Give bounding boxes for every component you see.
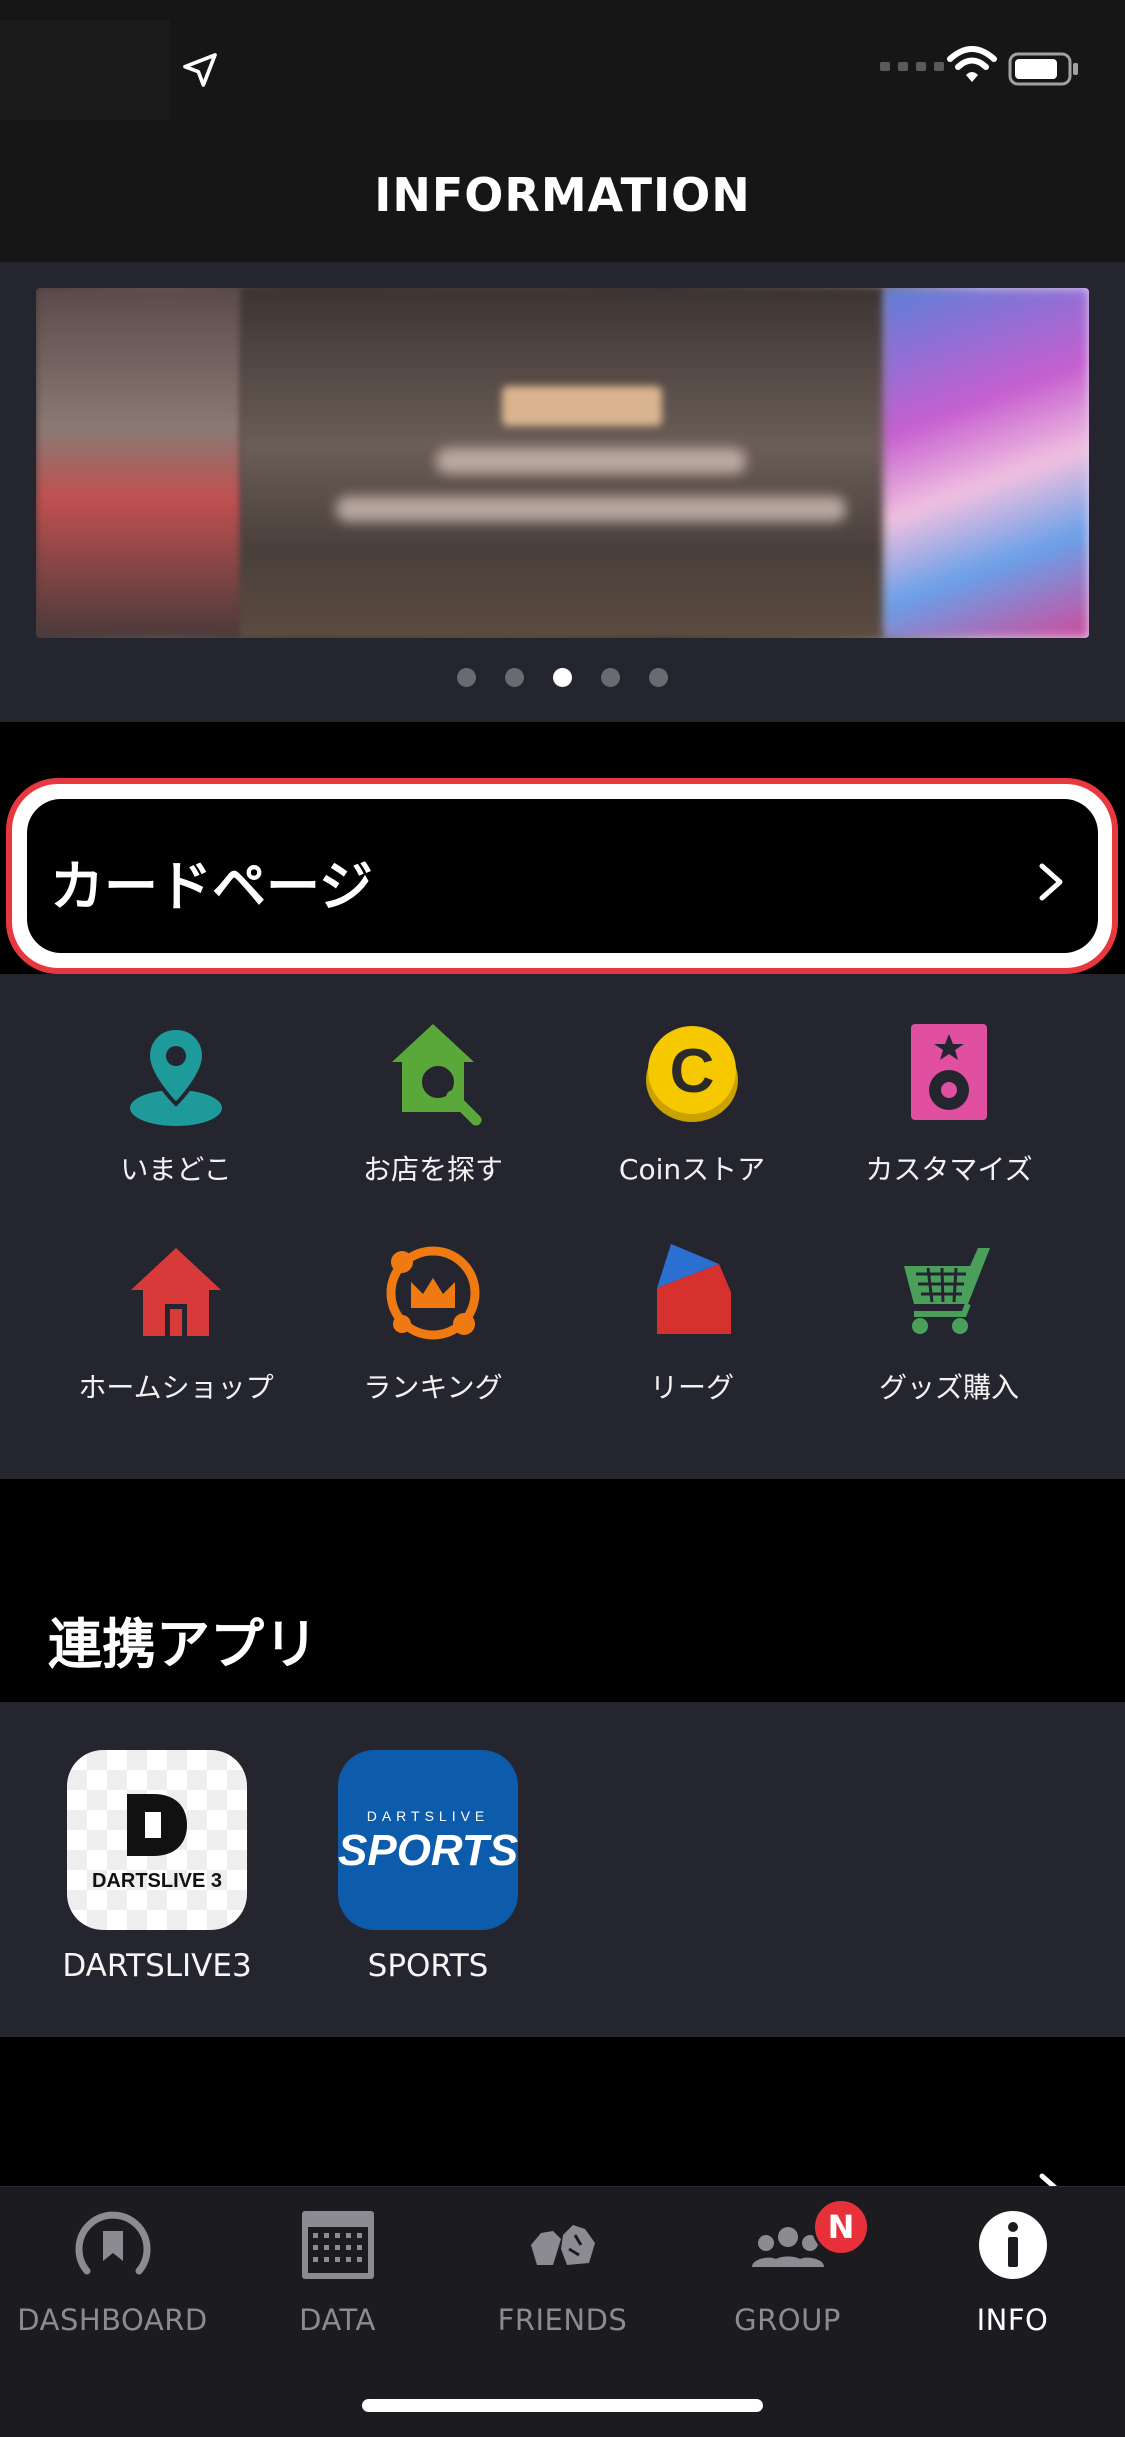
menu-label: ランキング xyxy=(363,1371,503,1404)
dartslive3-icon-text: DARTSLIVE 3 xyxy=(91,1870,223,1892)
tab-label: GROUP xyxy=(734,2303,841,2337)
page-title: INFORMATION xyxy=(374,168,751,222)
app-dartslive3[interactable]: DARTSLIVE 3 DARTSLIVE3 xyxy=(52,1750,262,1984)
banner-badge xyxy=(502,386,662,426)
sports-icon-small-text: DARTSLIVE xyxy=(366,1808,490,1824)
tab-info[interactable]: INFO xyxy=(900,2205,1125,2337)
menu-label: Coinストア xyxy=(618,1153,766,1186)
location-arrow-icon xyxy=(183,53,217,87)
banner-headline-blurred xyxy=(436,448,746,474)
menu-item-home-shop[interactable]: ホームショップ xyxy=(46,1238,306,1406)
banner-subline-blurred xyxy=(336,496,846,522)
tab-label: DASHBOARD xyxy=(17,2303,208,2337)
menu-item-coin-store[interactable]: C Coinストア xyxy=(562,1020,822,1188)
sports-app-icon: DARTSLIVE SPORTS xyxy=(338,1750,518,1930)
tab-label: FRIENDS xyxy=(497,2303,628,2337)
info-icon xyxy=(978,2211,1047,2279)
menu-item-imadoko[interactable]: いまどこ xyxy=(46,1020,306,1188)
banner-slide-next xyxy=(884,288,1089,638)
wifi-icon xyxy=(947,46,997,82)
battery-icon xyxy=(1008,52,1078,86)
carousel-page-indicator[interactable] xyxy=(0,668,1125,687)
menu-label: いまどこ xyxy=(120,1153,232,1186)
group-notification-badge: N xyxy=(812,2198,870,2256)
coin-icon: C xyxy=(646,1026,738,1122)
menu-label: リーグ xyxy=(649,1371,734,1404)
league-icon xyxy=(657,1244,731,1334)
tab-label: DATA xyxy=(299,2303,376,2337)
dartslive-d-logo xyxy=(127,1794,187,1856)
menu-label: グッズ購入 xyxy=(878,1371,1019,1404)
status-time-area xyxy=(0,20,170,120)
menu-item-customize[interactable]: カスタマイズ xyxy=(819,1020,1079,1188)
menu-item-shop-search[interactable]: お店を探す xyxy=(303,1020,563,1188)
card-page-label: カードページ xyxy=(50,855,373,918)
chevron-right-icon xyxy=(1039,863,1063,901)
shop-search-icon xyxy=(392,1024,482,1126)
tab-friends[interactable]: FRIENDS xyxy=(450,2205,675,2337)
calendar-icon xyxy=(301,2211,374,2279)
tab-dashboard[interactable]: DASHBOARD xyxy=(0,2205,225,2337)
banner-carousel[interactable] xyxy=(36,288,1089,638)
carousel-dot[interactable] xyxy=(553,668,572,687)
menu-item-league[interactable]: リーグ xyxy=(562,1238,822,1406)
menu-label: カスタマイズ xyxy=(865,1153,1033,1186)
customize-speaker-icon xyxy=(911,1024,987,1120)
app-label: SPORTS xyxy=(367,1948,489,1984)
sports-icon-text: SPORTS xyxy=(338,1826,518,1875)
banner-slide-previous xyxy=(36,288,241,638)
dashboard-icon xyxy=(75,2211,150,2275)
menu-item-goods[interactable]: グッズ購入 xyxy=(819,1238,1079,1406)
svg-text:C: C xyxy=(670,1037,715,1106)
dartslive3-app-icon: DARTSLIVE 3 xyxy=(67,1750,247,1930)
ranking-crown-icon xyxy=(386,1246,480,1340)
carousel-dot[interactable] xyxy=(505,668,524,687)
home-indicator[interactable] xyxy=(362,2399,763,2412)
menu-label: ホームショップ xyxy=(78,1371,274,1404)
friends-icon xyxy=(530,2225,595,2265)
menu-label: お店を探す xyxy=(362,1153,503,1186)
tab-data[interactable]: DATA xyxy=(225,2205,450,2337)
menu-item-ranking[interactable]: ランキング xyxy=(303,1238,563,1406)
carousel-dot[interactable] xyxy=(649,668,668,687)
app-label: DARTSLIVE3 xyxy=(62,1948,252,1984)
cellular-signal-icon xyxy=(880,62,944,71)
app-sports[interactable]: DARTSLIVE SPORTS SPORTS xyxy=(323,1750,533,1984)
carousel-dot[interactable] xyxy=(457,668,476,687)
carousel-dot[interactable] xyxy=(601,668,620,687)
home-icon xyxy=(131,1248,221,1336)
cart-icon xyxy=(904,1248,990,1334)
tab-label: INFO xyxy=(976,2303,1049,2337)
location-pin-icon xyxy=(130,1025,222,1126)
linked-apps-title: 連携アプリ xyxy=(48,1613,318,1676)
